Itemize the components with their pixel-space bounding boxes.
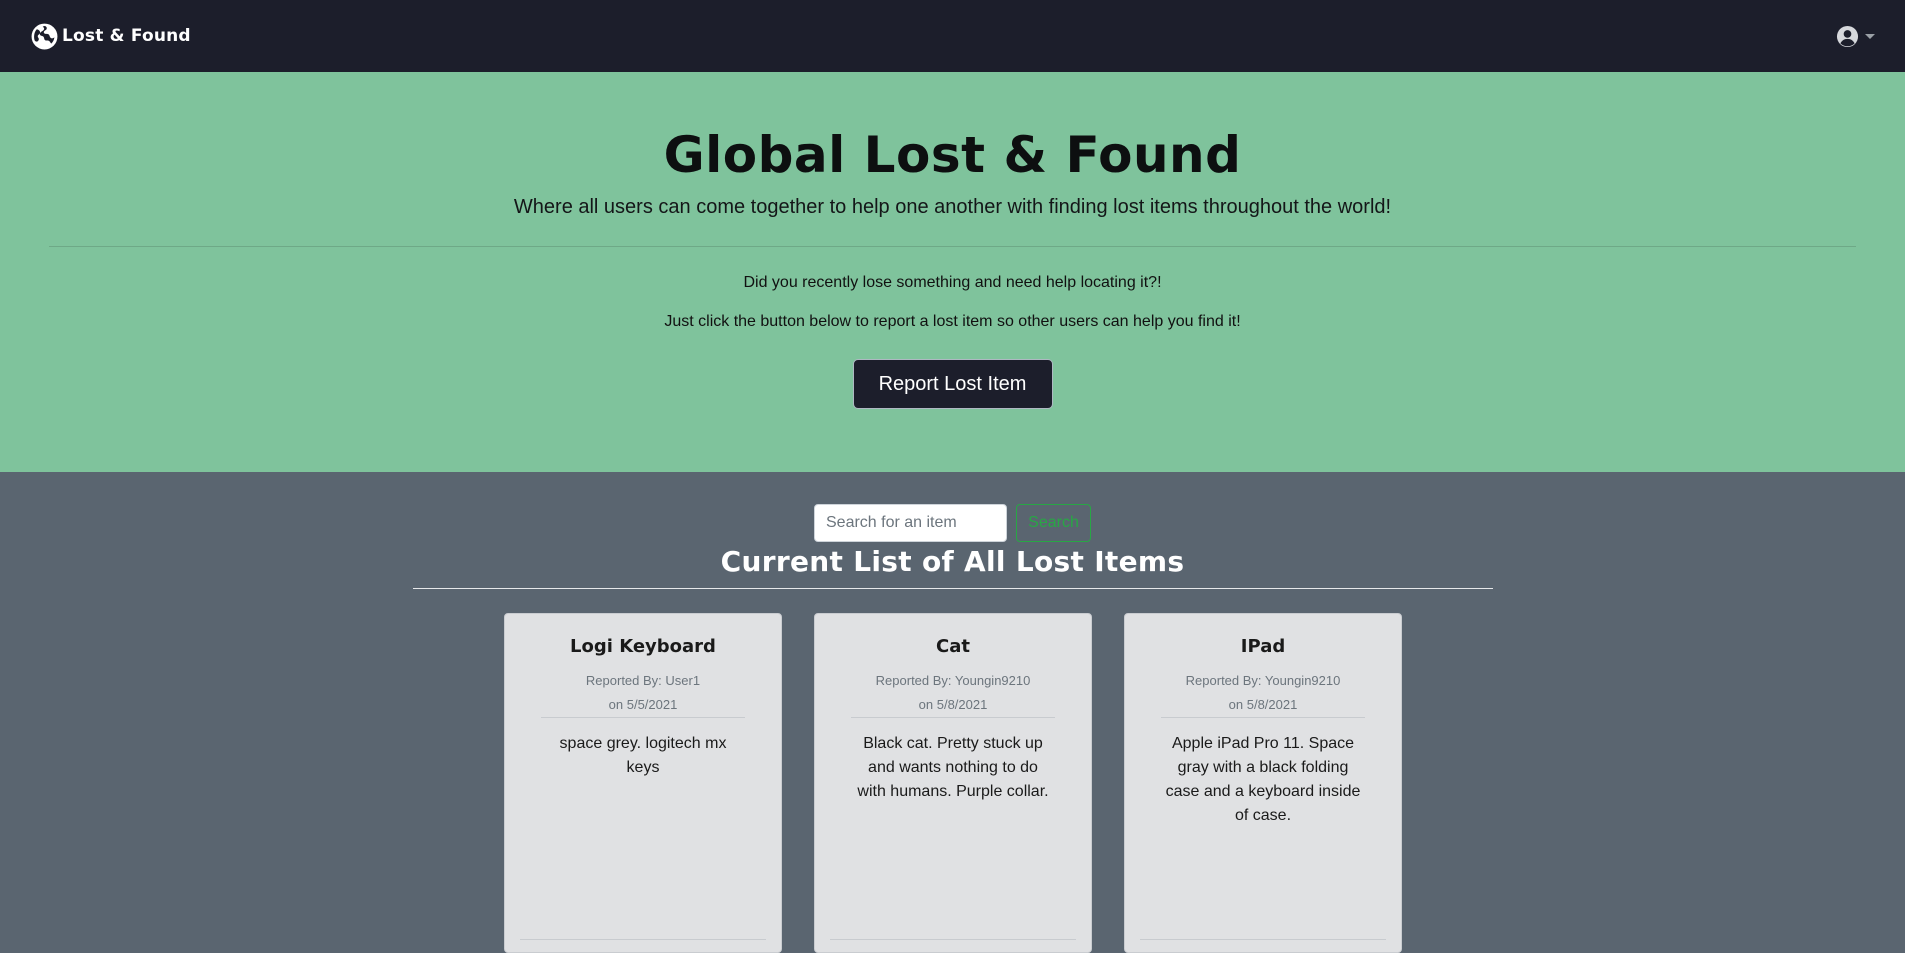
search-input[interactable]	[814, 504, 1007, 542]
lost-items-heading: Current List of All Lost Items	[720, 545, 1185, 578]
hero-prompt-instruction: Just click the button below to report a …	[664, 313, 1241, 330]
item-date: on 5/8/2021	[918, 697, 988, 712]
globe-icon	[31, 23, 58, 49]
item-meta: Reported By: User1 on 5/5/2021	[505, 669, 781, 717]
card-divider	[851, 717, 1055, 718]
hero-divider	[49, 246, 1856, 247]
search-button[interactable]: Search	[1016, 504, 1091, 542]
brand-link[interactable]: Lost & Found	[31, 23, 191, 50]
hero-lead: Where all users can come together to hel…	[513, 196, 1392, 218]
item-reporter: Reported By: User1	[585, 673, 701, 688]
card-footer-divider	[830, 939, 1076, 940]
user-menu-toggle[interactable]	[1836, 25, 1875, 48]
lost-items-grid: Logi Keyboard Reported By: User1 on 5/5/…	[504, 613, 1402, 953]
item-title: Cat	[936, 636, 970, 657]
item-date: on 5/5/2021	[608, 697, 678, 712]
item-title: Logi Keyboard	[570, 636, 716, 657]
card-divider	[1161, 717, 1365, 718]
user-circle-icon	[1836, 25, 1859, 47]
item-reporter: Reported By: Youngin9210	[875, 673, 1031, 688]
lost-item-card[interactable]: Logi Keyboard Reported By: User1 on 5/5/…	[504, 613, 782, 953]
brand-name: Lost & Found	[62, 26, 191, 46]
section-divider	[413, 588, 1493, 589]
navbar: Lost & Found	[0, 0, 1905, 72]
hero-section: Global Lost & Found Where all users can …	[0, 72, 1905, 472]
item-meta: Reported By: Youngin9210 on 5/8/2021	[815, 669, 1091, 717]
hero-prompt-question: Did you recently lose something and need…	[743, 274, 1162, 291]
item-description: space grey. logitech mx keys	[559, 735, 727, 776]
item-reporter: Reported By: Youngin9210	[1185, 673, 1341, 688]
lost-item-card[interactable]: IPad Reported By: Youngin9210 on 5/8/202…	[1124, 613, 1402, 953]
card-footer-divider	[520, 939, 766, 940]
search-form: Search	[0, 504, 1905, 542]
lost-item-card[interactable]: Cat Reported By: Youngin9210 on 5/8/2021…	[814, 613, 1092, 953]
card-divider	[541, 717, 745, 718]
item-description: Black cat. Pretty stuck up and wants not…	[857, 735, 1049, 800]
report-lost-item-button[interactable]: Report Lost Item	[852, 359, 1053, 409]
item-meta: Reported By: Youngin9210 on 5/8/2021	[1125, 669, 1401, 717]
item-description: Apple iPad Pro 11. Space gray with a bla…	[1165, 735, 1361, 824]
item-title: IPad	[1240, 636, 1286, 657]
page-title: Global Lost & Found	[663, 126, 1242, 184]
lost-items-section: Search Current List of All Lost Items Lo…	[0, 472, 1905, 953]
chevron-down-icon	[1865, 33, 1875, 39]
item-date: on 5/8/2021	[1228, 697, 1298, 712]
card-footer-divider	[1140, 939, 1386, 940]
